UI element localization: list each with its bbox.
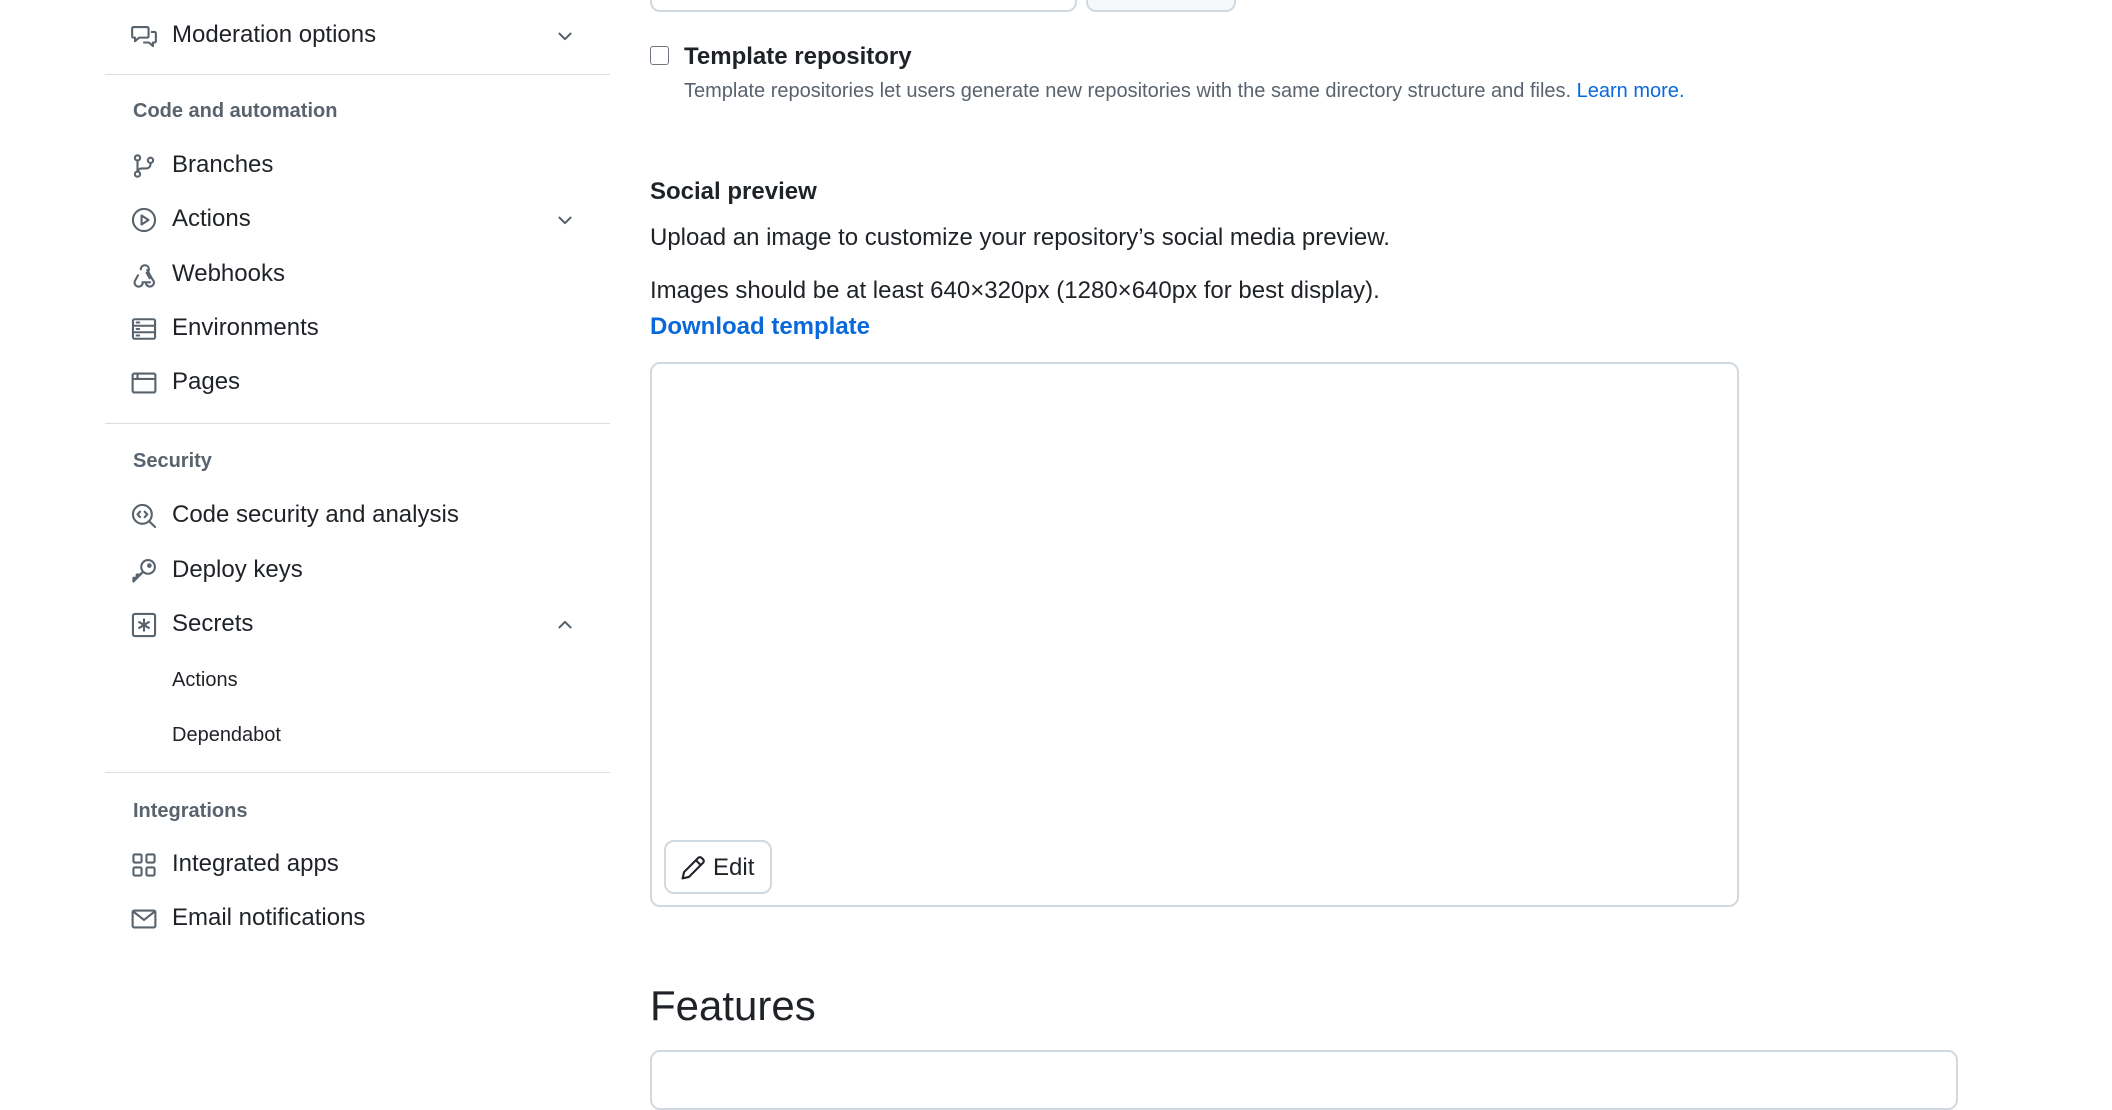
git-branch-icon [131, 153, 157, 179]
sidebar-item-moderation-options[interactable]: Moderation options [105, 11, 610, 59]
server-icon [131, 316, 157, 342]
sidebar-item-label: Environments [172, 314, 319, 341]
sidebar-item-label: Actions [172, 669, 238, 691]
sidebar-divider [105, 74, 610, 75]
sidebar-subitem-secrets-actions[interactable]: Actions [105, 654, 610, 702]
period-text: . [1678, 80, 1685, 102]
chevron-up-icon[interactable] [555, 615, 575, 635]
edit-social-preview-button[interactable]: Edit [664, 840, 772, 894]
learn-more-link[interactable]: Learn more [1577, 80, 1679, 102]
sidebar-item-integrated-apps[interactable]: Integrated apps [105, 840, 610, 888]
sidebar-item-deploy-keys[interactable]: Deploy keys [105, 546, 610, 594]
template-repository-checkbox[interactable] [650, 46, 669, 65]
sidebar-item-actions[interactable]: Actions [105, 195, 610, 243]
sidebar-item-label: Secrets [172, 610, 254, 637]
settings-main-content: Template repository Template repositorie… [650, 0, 2112, 1110]
sidebar-item-pages[interactable]: Pages [105, 358, 610, 406]
template-repository-label[interactable]: Template repository [684, 43, 912, 71]
social-preview-heading: Social preview [650, 178, 817, 205]
social-preview-description: Upload an image to customize your reposi… [650, 224, 1390, 251]
social-preview-size-hint: Images should be at least 640×320px (128… [650, 277, 1380, 304]
chevron-down-icon[interactable] [555, 26, 575, 46]
key-icon [131, 558, 157, 584]
sidebar-divider [105, 772, 610, 773]
sidebar-group-heading-code-automation: Code and automation [133, 100, 338, 122]
pencil-icon [680, 855, 706, 881]
sidebar-item-label: Actions [172, 205, 251, 232]
sidebar-item-label: Dependabot [172, 724, 281, 746]
sidebar-item-branches[interactable]: Branches [105, 141, 610, 189]
apps-icon [131, 852, 157, 878]
sidebar-item-label: Webhooks [172, 260, 285, 287]
sidebar-item-label: Pages [172, 368, 241, 395]
edit-button-label: Edit [713, 854, 755, 881]
settings-sidebar: Moderation options Code and automation B… [105, 0, 610, 1076]
sidebar-item-secrets[interactable]: Secrets [105, 600, 610, 648]
sidebar-item-label: Deploy keys [172, 556, 303, 583]
rename-button[interactable] [1086, 0, 1236, 12]
sidebar-item-label: Integrated apps [172, 850, 339, 877]
sidebar-item-email-notifications[interactable]: Email notifications [105, 894, 610, 942]
webhook-icon [131, 262, 157, 288]
sidebar-item-environments[interactable]: Environments [105, 304, 610, 352]
play-icon [131, 207, 157, 233]
sidebar-divider [105, 423, 610, 424]
social-preview-image-box[interactable]: Edit [650, 362, 1739, 907]
sidebar-item-label: Email notifications [172, 904, 366, 931]
download-template-link[interactable]: Download template [650, 313, 870, 341]
sidebar-item-label: Moderation options [172, 21, 377, 48]
sidebar-item-label: Code security and analysis [172, 501, 459, 528]
template-repository-description: Template repositories let users generate… [684, 80, 1685, 103]
sidebar-item-code-security[interactable]: Code security and analysis [105, 491, 610, 539]
sidebar-item-webhooks[interactable]: Webhooks [105, 250, 610, 298]
sidebar-item-label: Branches [172, 151, 274, 178]
sidebar-group-heading-integrations: Integrations [133, 800, 248, 822]
chevron-down-icon[interactable] [555, 210, 575, 230]
features-box [650, 1050, 1958, 1110]
browser-icon [131, 370, 157, 396]
mail-icon [131, 906, 157, 932]
sidebar-group-heading-security: Security [133, 450, 212, 472]
sidebar-subitem-secrets-dependabot[interactable]: Dependabot [105, 709, 610, 757]
features-heading: Features [650, 982, 816, 1029]
template-repository-description-text: Template repositories let users generate… [684, 80, 1572, 102]
repository-name-input[interactable] [650, 0, 1077, 12]
codescan-icon [131, 503, 157, 529]
comment-discussion-icon [131, 23, 157, 49]
asterisk-icon [131, 612, 157, 638]
